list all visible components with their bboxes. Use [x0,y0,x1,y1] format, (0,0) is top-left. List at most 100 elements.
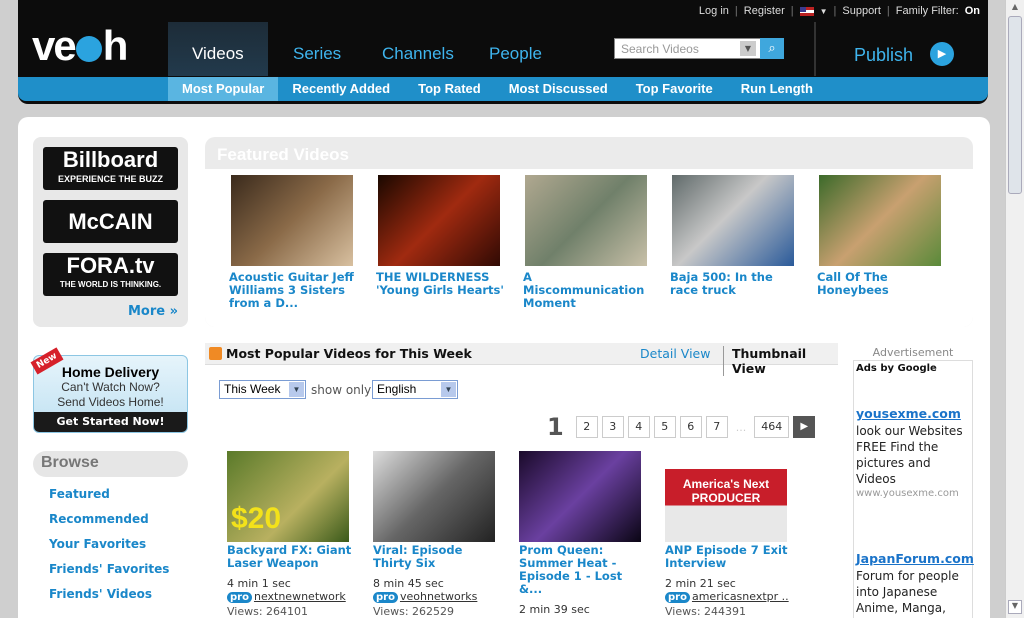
search-icon[interactable]: ⌕ [760,38,784,59]
video-duration: 4 min 1 sec [227,577,291,590]
video-thumbnail[interactable] [378,175,500,266]
detail-view-link[interactable]: Detail View [640,346,710,361]
featured-videos-section: Featured Videos Acoustic Guitar Jeff Wil… [205,137,973,327]
subnav-most-popular[interactable]: Most Popular [168,77,279,101]
publish-link[interactable]: Publish [854,45,913,66]
publish-icon[interactable]: ▶ [930,42,954,66]
video-owner: pro nextnewnetwork [227,590,387,603]
promo-line1: Can't Watch Now? [61,380,160,394]
period-select[interactable]: This Week ▼ [219,380,306,399]
video-views: Views: 262529 [373,605,455,618]
page-link[interactable]: 5 [653,416,676,438]
most-popular-header: Most Popular Videos for This Week Detail… [205,343,838,376]
language-select[interactable]: English ▼ [372,380,458,399]
fora-logo[interactable]: FORA.tv THE WORLD IS THINKING. [43,253,178,296]
family-filter-label: Family Filter: [895,5,959,17]
browse-recommended[interactable]: Recommended [49,512,149,526]
chevron-down-icon[interactable]: ▼ [820,7,828,16]
subnav-top-favorite[interactable]: Top Favorite [622,77,727,101]
featured-caption[interactable]: Baja 500: In the race truck [670,271,800,297]
video-thumbnail[interactable] [519,451,641,542]
show-only-label: show only [311,383,372,397]
video-thumbnail[interactable] [231,175,353,266]
subnav-run-length[interactable]: Run Length [727,77,827,101]
video-thumbnail[interactable] [373,451,495,542]
video-owner: pro americasnextpr .. [665,590,825,603]
video-title[interactable]: Prom Queen: Summer Heat - Episode 1 - Lo… [519,544,649,596]
thumbnail-view-link[interactable]: Thumbnail View [723,346,838,376]
veoh-logo[interactable]: ve h [32,22,128,70]
tab-people[interactable]: People [489,22,542,76]
ads-by-google-label[interactable]: Ads by Google [856,363,937,374]
page-link[interactable]: 6 [679,416,702,438]
chevron-down-icon: ▼ [289,382,304,397]
more-sponsors-link[interactable]: More » [128,304,178,319]
rss-icon[interactable] [209,347,222,360]
last-page-link[interactable]: 464 [754,416,790,438]
video-thumbnail[interactable] [672,175,794,266]
video-thumbnail[interactable] [525,175,647,266]
family-filter-toggle[interactable]: On [965,5,980,17]
owner-link[interactable]: veohnetworks [400,590,477,603]
video-thumbnail[interactable] [819,175,941,266]
scrollbar-thumb[interactable] [1008,16,1022,194]
current-page: 1 [547,413,564,441]
mccain-logo[interactable]: McCAIN [43,200,178,243]
home-delivery-promo[interactable]: New Home Delivery Can't Watch Now? Send … [30,347,188,433]
billboard-tagline: EXPERIENCE THE BUZZ [57,174,163,184]
video-title[interactable]: Viral: Episode Thirty Six [373,544,503,570]
billboard-name: Billboard [62,147,159,172]
scroll-down-icon[interactable]: ▼ [1008,600,1022,614]
page-link[interactable]: 7 [705,416,728,438]
divider [814,22,816,76]
page-link[interactable]: 4 [627,416,650,438]
fora-name: FORA.tv [66,253,155,278]
vertical-scrollbar[interactable]: ▲ ▼ [1005,0,1024,618]
support-link[interactable]: Support [842,5,881,17]
page-link[interactable]: 2 [575,416,598,438]
video-title[interactable]: ANP Episode 7 Exit Interview [665,544,795,570]
tab-videos[interactable]: Videos [168,22,268,76]
ad-url[interactable]: www.yousexme.com [856,488,959,499]
flag-icon[interactable] [799,6,814,16]
register-link[interactable]: Register [744,5,785,17]
featured-caption[interactable]: Acoustic Guitar Jeff Williams 3 Sisters … [229,271,359,310]
most-popular-section: Most Popular Videos for This Week Detail… [205,343,838,618]
video-duration: 8 min 45 sec [373,577,444,590]
browse-friends-videos[interactable]: Friends' Videos [49,587,152,601]
video-thumbnail[interactable]: America's Next PRODUCER [665,451,787,542]
subnav-recently-added[interactable]: Recently Added [278,77,404,101]
most-popular-title: Most Popular Videos for This Week [226,346,472,361]
utility-bar: Log in | Register | ▼ | Support | Family Fil… [698,5,980,17]
main-panel: Billboard EXPERIENCE THE BUZZ McCAIN FOR… [18,117,990,618]
billboard-logo[interactable]: Billboard EXPERIENCE THE BUZZ [43,147,178,190]
browse-friends-favorites[interactable]: Friends' Favorites [49,562,169,576]
owner-link[interactable]: nextnewnetwork [254,590,346,603]
scroll-up-icon[interactable]: ▲ [1008,2,1022,14]
tab-series[interactable]: Series [293,22,341,76]
featured-caption[interactable]: Call Of The Honeybees [817,271,947,297]
owner-link[interactable]: americasnextpr .. [692,590,789,603]
get-started-button[interactable]: Get Started Now! [34,412,187,432]
search-dropdown-icon[interactable]: ▼ [740,41,756,56]
thumbnail-text: $20 [231,502,282,535]
ad-title[interactable]: yousexme.com [856,406,961,421]
subnav-top-rated[interactable]: Top Rated [404,77,495,101]
fora-tagline: THE WORLD IS THINKING. [59,280,162,289]
tab-channels[interactable]: Channels [382,22,454,76]
video-thumbnail[interactable]: $20 [227,451,349,542]
featured-caption[interactable]: A Miscommunication Moment [523,271,653,310]
pro-badge: pro [665,592,690,603]
featured-caption[interactable]: THE WILDERNESS 'Young Girls Hearts' [376,271,506,297]
browse-your-favorites[interactable]: Your Favorites [49,537,146,551]
browse-featured[interactable]: Featured [49,487,110,501]
language-value: English [377,382,417,396]
subnav-most-discussed[interactable]: Most Discussed [495,77,622,101]
ad-title[interactable]: JapanForum.com [856,551,974,566]
next-page-button[interactable]: ▶ [793,416,816,438]
ad-text: look our Websites FREE Find the pictures… [856,424,963,486]
page-link[interactable]: 3 [601,416,624,438]
thumbnail-text: America's Next PRODUCER [682,477,770,505]
login-link[interactable]: Log in [699,5,729,17]
video-title[interactable]: Backyard FX: Giant Laser Weapon [227,544,357,570]
